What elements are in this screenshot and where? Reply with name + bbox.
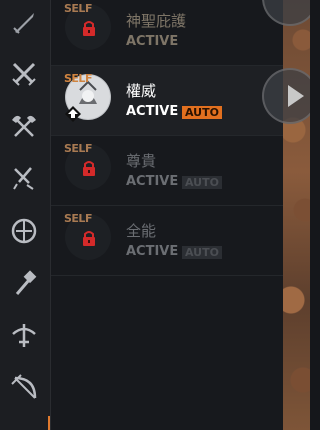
- crossed-axes-icon[interactable]: [5, 107, 43, 145]
- selected-category-indicator: [48, 416, 50, 430]
- play-icon: [288, 85, 304, 107]
- auto-badge[interactable]: AUTO: [182, 176, 222, 189]
- skill-status: ACTIVE: [126, 34, 179, 49]
- skill-row[interactable]: SELF 全能 ACTIVE AUTO: [51, 206, 283, 276]
- skill-name: 全能: [126, 222, 157, 240]
- self-tag: SELF: [64, 212, 92, 225]
- skill-status: ACTIVE: [126, 244, 179, 259]
- bow-icon[interactable]: [5, 368, 43, 406]
- background-artwork: [283, 0, 310, 430]
- self-tag: SELF: [64, 72, 92, 85]
- crossed-daggers-icon[interactable]: [5, 159, 43, 197]
- crossed-swords-icon[interactable]: [5, 55, 43, 93]
- skill-row-selected[interactable]: SELF 權威 ACTIVE AUTO: [51, 66, 283, 136]
- sword-icon[interactable]: [5, 4, 43, 42]
- crossbow-icon[interactable]: [5, 316, 43, 354]
- lock-icon: [83, 231, 95, 246]
- upgrade-arrow-icon: [65, 106, 81, 122]
- self-tag: SELF: [64, 142, 92, 155]
- skill-name: 尊貴: [126, 152, 157, 170]
- shield-icon[interactable]: [5, 212, 43, 250]
- skill-panel: SELF 神聖庇護 ACTIVE SELF 權威 ACTIVE AUTO SEL…: [0, 0, 310, 430]
- skill-list: SELF 神聖庇護 ACTIVE SELF 權威 ACTIVE AUTO SEL…: [51, 0, 283, 430]
- skill-status: ACTIVE: [126, 104, 179, 119]
- play-button[interactable]: [262, 68, 310, 124]
- skill-status: ACTIVE: [126, 174, 179, 189]
- self-tag: SELF: [64, 2, 92, 15]
- auto-badge[interactable]: AUTO: [182, 106, 222, 119]
- skill-row[interactable]: SELF 尊貴 ACTIVE AUTO: [51, 136, 283, 206]
- skill-name: 權威: [126, 82, 157, 100]
- skill-name: 神聖庇護: [126, 12, 187, 30]
- weapon-category-sidebar: [0, 0, 51, 430]
- lock-icon: [83, 21, 95, 36]
- auto-badge[interactable]: AUTO: [182, 246, 222, 259]
- skill-row[interactable]: SELF 神聖庇護 ACTIVE: [51, 0, 283, 66]
- hammer-icon[interactable]: [5, 264, 43, 302]
- lock-icon: [83, 161, 95, 176]
